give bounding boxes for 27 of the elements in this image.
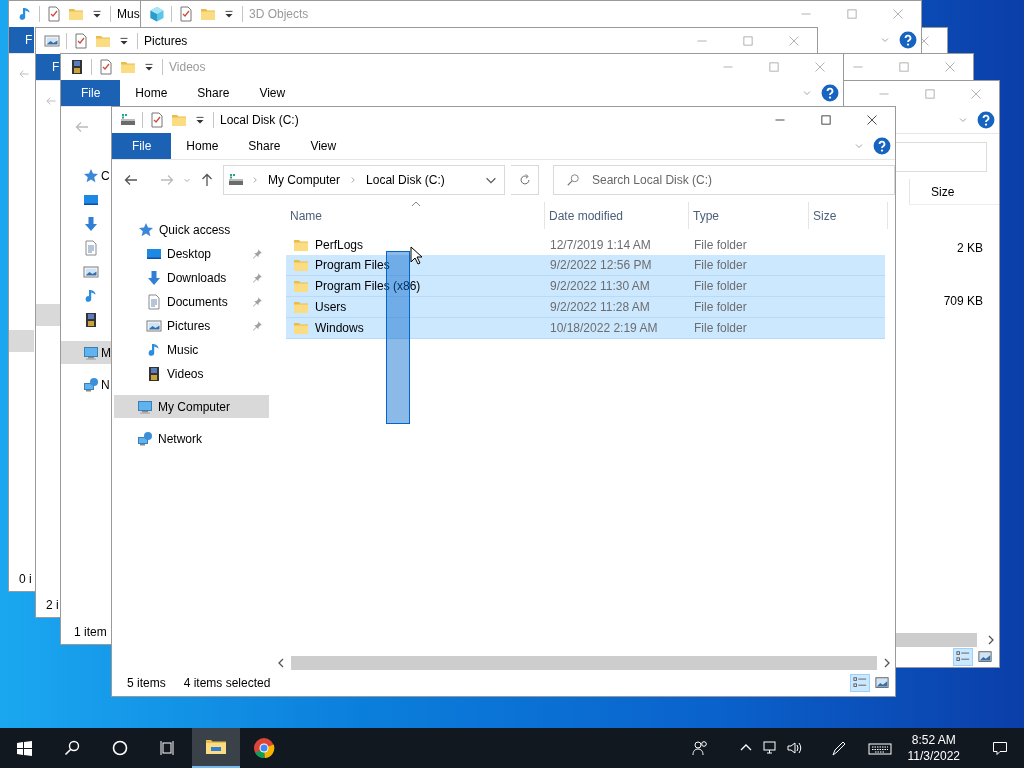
status-text: 2 i [46, 598, 59, 612]
table-cell: 709 KB [943, 294, 983, 308]
status-text: 0 i [19, 572, 32, 586]
date-modified: 9/2/2022 12:56 PM [550, 258, 652, 272]
file-name: Users [315, 300, 347, 314]
file-name: PerfLogs [315, 237, 364, 252]
window-title: Mus [117, 7, 140, 21]
file-type: File folder [694, 237, 747, 252]
date-modified: 9/2/2022 11:30 AM [550, 279, 650, 293]
window-title: Videos [169, 60, 206, 74]
status-text: 5 items [127, 676, 166, 690]
date-text: 11/3/2022 [907, 748, 960, 764]
window-title: 3D Objects [249, 7, 309, 21]
window-title: Local Disk (C:) [220, 113, 299, 127]
file-type: File folder [694, 321, 747, 335]
status-text: 1 item [74, 625, 107, 639]
file-type: File folder [694, 279, 747, 293]
date-modified: 12/7/2019 1:14 AM [550, 237, 651, 252]
date-modified: 9/2/2022 11:28 AM [550, 300, 650, 314]
status-text: 4 items selected [183, 676, 271, 690]
file-type: File folder [694, 300, 747, 314]
file-name: Windows [315, 321, 364, 335]
file-type: File folder [694, 258, 747, 272]
window-title: Pictures [144, 34, 188, 48]
date-modified: 10/18/2022 2:19 AM [550, 321, 658, 335]
table-cell: 2 KB [957, 241, 983, 255]
time-text: 8:52 AM [911, 732, 956, 748]
